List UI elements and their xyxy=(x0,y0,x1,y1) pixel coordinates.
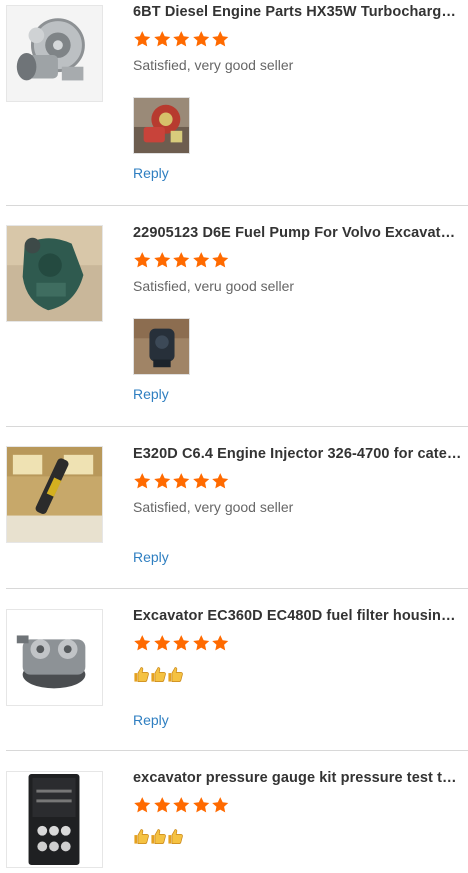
divider xyxy=(6,426,468,427)
product-title[interactable]: Excavator EC360D EC480D fuel filter hous… xyxy=(133,608,463,624)
review-comment-emojis xyxy=(133,666,184,683)
star-icon xyxy=(211,251,230,269)
product-title[interactable]: 22905123 D6E Fuel Pump For Volvo Excavat… xyxy=(133,225,463,241)
fuel-pump-photo xyxy=(134,319,189,374)
reply-link[interactable]: Reply xyxy=(133,165,169,181)
injector-image xyxy=(7,447,102,542)
star-rating xyxy=(133,472,230,490)
review-comment-emojis xyxy=(133,828,184,845)
turbocharger-image xyxy=(7,6,102,101)
star-icon xyxy=(211,472,230,490)
star-icon xyxy=(211,30,230,48)
product-title[interactable]: 6BT Diesel Engine Parts HX35W Turbocharg… xyxy=(133,4,463,20)
star-rating xyxy=(133,796,230,814)
fuel-pump-image xyxy=(7,226,102,321)
star-icon xyxy=(172,796,191,814)
star-icon xyxy=(192,796,211,814)
product-thumbnail-fuel-filter-housing[interactable] xyxy=(6,609,103,706)
thumbs-up-icon xyxy=(133,666,150,683)
star-rating xyxy=(133,30,230,48)
star-icon xyxy=(192,472,211,490)
star-icon xyxy=(172,251,191,269)
divider xyxy=(6,750,468,751)
star-icon xyxy=(153,796,172,814)
fuel-filter-housing-image xyxy=(7,610,102,705)
product-title[interactable]: E320D C6.4 Engine Injector 326-4700 for … xyxy=(133,446,463,462)
star-icon xyxy=(172,634,191,652)
review-item: 22905123 D6E Fuel Pump For Volvo Excavat… xyxy=(0,221,468,426)
star-icon xyxy=(153,251,172,269)
star-icon xyxy=(133,796,152,814)
thumbs-up-icon xyxy=(150,828,167,845)
reply-link[interactable]: Reply xyxy=(133,386,169,402)
divider xyxy=(6,588,468,589)
review-item: excavator pressure gauge kit pressure te… xyxy=(0,766,468,873)
thumbs-up-icon xyxy=(167,666,184,683)
product-title[interactable]: excavator pressure gauge kit pressure te… xyxy=(133,770,463,786)
product-thumbnail-injector[interactable] xyxy=(6,446,103,543)
review-photo[interactable] xyxy=(133,318,190,375)
review-item: E320D C6.4 Engine Injector 326-4700 for … xyxy=(0,442,468,588)
star-rating xyxy=(133,251,230,269)
product-thumbnail-turbocharger[interactable] xyxy=(6,5,103,102)
thumbs-up-icon xyxy=(150,666,167,683)
pressure-gauge-kit-image xyxy=(7,772,102,867)
review-item: Excavator EC360D EC480D fuel filter hous… xyxy=(0,604,468,750)
turbocharger-photo xyxy=(134,98,189,153)
reply-link[interactable]: Reply xyxy=(133,712,169,728)
star-rating xyxy=(133,634,230,652)
thumbs-up-icon xyxy=(133,828,150,845)
review-comment: Satisfied, very good seller xyxy=(133,499,294,515)
star-icon xyxy=(192,251,211,269)
product-thumbnail-fuel-pump[interactable] xyxy=(6,225,103,322)
star-icon xyxy=(192,30,211,48)
product-thumbnail-pressure-gauge-kit[interactable] xyxy=(6,771,103,868)
star-icon xyxy=(172,30,191,48)
review-photo[interactable] xyxy=(133,97,190,154)
star-icon xyxy=(211,796,230,814)
star-icon xyxy=(153,30,172,48)
star-icon xyxy=(153,634,172,652)
star-icon xyxy=(172,472,191,490)
star-icon xyxy=(133,634,152,652)
divider xyxy=(6,205,468,206)
review-comment: Satisfied, very good seller xyxy=(133,57,294,73)
star-icon xyxy=(192,634,211,652)
star-icon xyxy=(133,472,152,490)
star-icon xyxy=(133,251,152,269)
star-icon xyxy=(133,30,152,48)
reply-link[interactable]: Reply xyxy=(133,549,169,565)
star-icon xyxy=(211,634,230,652)
review-item: 6BT Diesel Engine Parts HX35W Turbocharg… xyxy=(0,0,468,205)
thumbs-up-icon xyxy=(167,828,184,845)
review-comment: Satisfied, veru good seller xyxy=(133,278,295,294)
star-icon xyxy=(153,472,172,490)
